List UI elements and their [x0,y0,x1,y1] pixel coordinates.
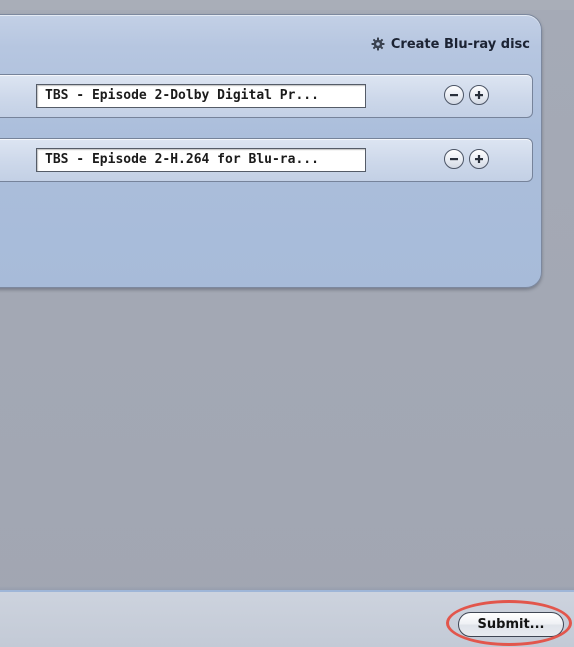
window-top-strip [0,0,574,10]
add-target-button[interactable] [469,149,489,169]
plus-circle-icon [475,155,483,163]
create-blu-ray-disc-action[interactable]: Create Blu-ray disc [310,34,530,54]
plus-circle-icon [475,91,483,99]
add-target-button[interactable] [469,85,489,105]
gear-icon [371,37,385,51]
preset-field[interactable]: TBS - Episode 2-Dolby Digital Pr... [36,84,366,108]
submit-button[interactable]: Submit... [458,612,564,637]
remove-target-button[interactable] [444,85,464,105]
minus-circle-icon [450,158,458,161]
minus-circle-icon [450,94,458,97]
target-row: TBS - Episode 2-Dolby Digital Pr... [0,74,533,118]
preset-field[interactable]: TBS - Episode 2-H.264 for Blu-ra... [36,148,366,172]
target-row: TBS - Episode 2-H.264 for Blu-ra... [0,138,533,182]
create-blu-ray-disc-label: Create Blu-ray disc [390,36,530,52]
remove-target-button[interactable] [444,149,464,169]
compressor-window: Create Blu-ray disc TBS - Episode 2-Dolb… [0,0,574,647]
